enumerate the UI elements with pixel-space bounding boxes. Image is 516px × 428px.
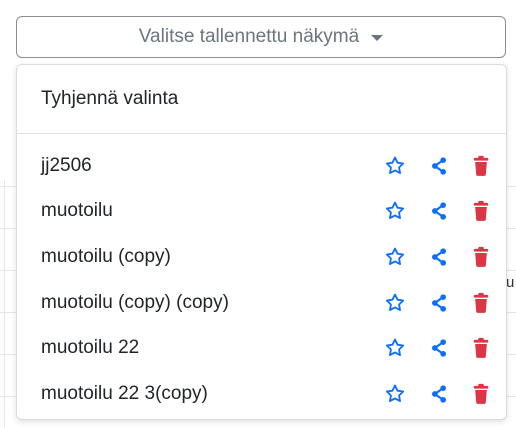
- saved-view-item[interactable]: jj2506: [17, 143, 506, 189]
- saved-view-item[interactable]: muotoilu (copy) (copy): [17, 280, 506, 326]
- saved-view-name: muotoilu (copy) (copy): [41, 291, 229, 313]
- share-icon[interactable]: [427, 245, 451, 269]
- star-outline-icon[interactable]: [383, 291, 407, 315]
- saved-view-item[interactable]: muotoilu: [17, 189, 506, 235]
- trash-icon[interactable]: [469, 336, 493, 360]
- clear-selection-label: Tyhjennä valinta: [41, 88, 179, 109]
- saved-view-actions: [383, 189, 493, 235]
- saved-view-select-label: Valitse tallennettu näkymä: [138, 26, 360, 47]
- saved-view-name: muotoilu 22: [41, 337, 140, 359]
- star-outline-icon[interactable]: [383, 154, 407, 178]
- saved-view-name: muotoilu 22 3(copy): [41, 382, 208, 404]
- saved-view-actions: [383, 234, 493, 280]
- saved-view-name: muotoilu (copy): [41, 245, 171, 267]
- star-outline-icon[interactable]: [383, 199, 407, 223]
- trash-icon[interactable]: [469, 154, 493, 178]
- saved-view-item[interactable]: muotoilu 22: [17, 325, 506, 371]
- star-outline-icon[interactable]: [383, 245, 407, 269]
- share-icon[interactable]: [427, 336, 451, 360]
- trash-icon[interactable]: [469, 291, 493, 315]
- trash-icon[interactable]: [469, 245, 493, 269]
- background-cell-fragment: u: [506, 274, 515, 291]
- saved-view-name: muotoilu: [41, 200, 113, 222]
- saved-view-list: jj2506 muotoilu muotoilu (copy) muotoilu…: [17, 143, 506, 417]
- saved-view-actions: [383, 325, 493, 371]
- saved-view-actions: [383, 143, 493, 189]
- saved-view-menu: Tyhjennä valinta jj2506 muotoilu muotoil…: [16, 64, 507, 420]
- chevron-down-icon: [371, 35, 384, 41]
- share-icon[interactable]: [427, 154, 451, 178]
- saved-view-actions: [383, 280, 493, 326]
- saved-view-select[interactable]: Valitse tallennettu näkymä: [16, 16, 506, 58]
- star-outline-icon[interactable]: [383, 382, 407, 406]
- clear-selection-item[interactable]: Tyhjennä valinta: [17, 65, 506, 133]
- saved-view-name: jj2506: [41, 154, 92, 176]
- share-icon[interactable]: [427, 199, 451, 223]
- star-outline-icon[interactable]: [383, 336, 407, 360]
- menu-divider: [17, 133, 506, 134]
- trash-icon[interactable]: [469, 382, 493, 406]
- saved-view-item[interactable]: muotoilu 22 3(copy): [17, 371, 506, 417]
- share-icon[interactable]: [427, 291, 451, 315]
- saved-view-item[interactable]: muotoilu (copy): [17, 234, 506, 280]
- trash-icon[interactable]: [469, 199, 493, 223]
- saved-view-actions: [383, 371, 493, 417]
- share-icon[interactable]: [427, 382, 451, 406]
